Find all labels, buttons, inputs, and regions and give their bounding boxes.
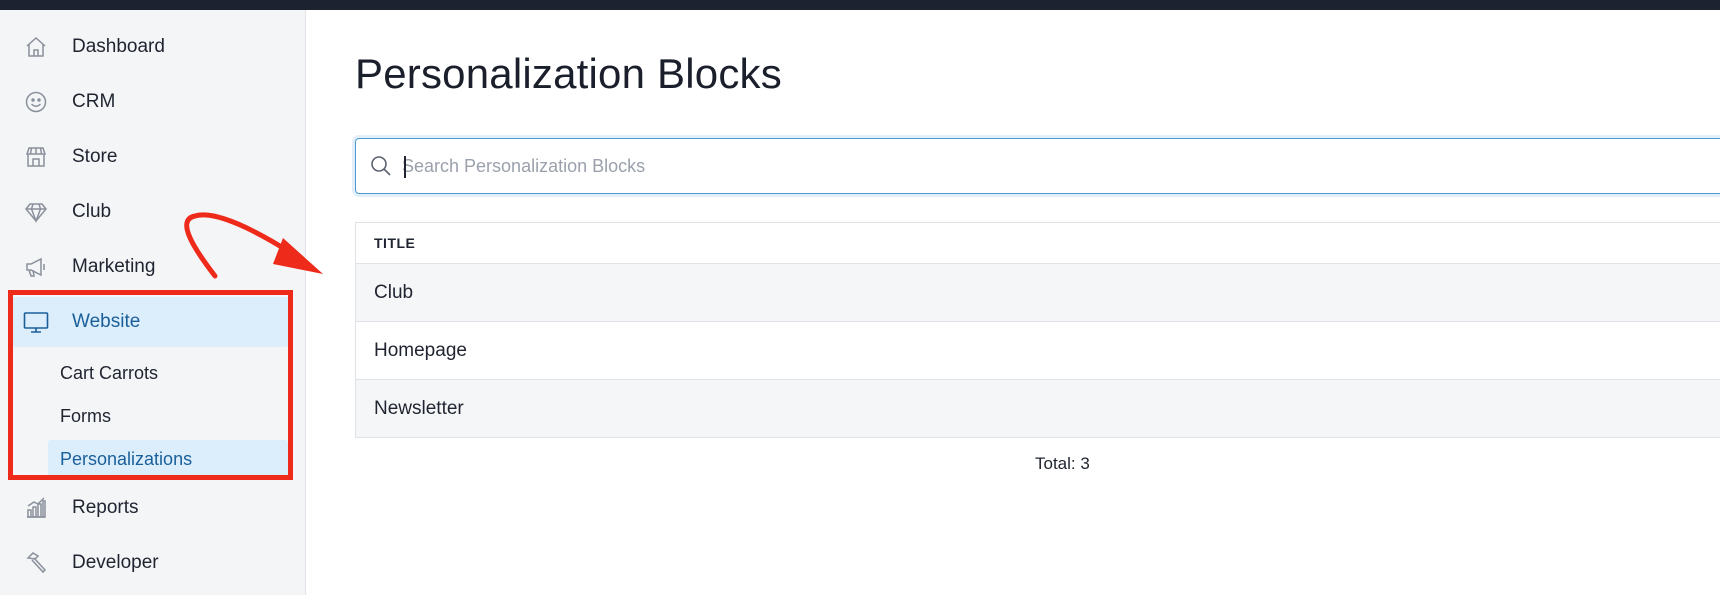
hammer-icon [23, 550, 49, 576]
sidebar-item-reports[interactable]: Reports [12, 483, 289, 533]
search-icon [370, 155, 392, 177]
store-icon [23, 144, 49, 170]
sidebar-item-label: Club [72, 201, 112, 222]
sidebar-subitem-cart-carrots[interactable]: Cart Carrots [48, 354, 288, 392]
sidebar-item-store[interactable]: Store [12, 132, 289, 182]
sidebar-item-label: CRM [72, 91, 116, 112]
text-cursor [404, 156, 406, 178]
main-content: Personalization Blocks TITLE Club Homepa… [307, 10, 1720, 595]
row-title: Newsletter [374, 397, 464, 419]
personalization-table: TITLE Club Homepage Newsletter [355, 222, 1720, 438]
monitor-icon [23, 309, 49, 335]
sidebar-item-crm[interactable]: CRM [12, 77, 289, 127]
sidebar-item-website[interactable]: Website [12, 297, 289, 347]
sidebar-subitem-label: Cart Carrots [60, 362, 159, 383]
table-row[interactable]: Newsletter [356, 380, 1720, 438]
sidebar-subitem-forms[interactable]: Forms [48, 397, 288, 435]
sidebar-item-label: Store [72, 146, 118, 167]
sidebar-item-dashboard[interactable]: Dashboard [12, 22, 289, 72]
sidebar-subitem-label: Personalizations [60, 448, 193, 469]
sidebar-item-label: Developer [72, 552, 159, 573]
sidebar-item-label: Dashboard [72, 36, 165, 57]
table-row[interactable]: Homepage [356, 322, 1720, 380]
table-row[interactable]: Club [356, 264, 1720, 322]
total-count: Total: 3 [1035, 454, 1090, 473]
bar-chart-icon [23, 495, 49, 521]
sidebar-item-label: Reports [72, 497, 139, 518]
column-header-title[interactable]: TITLE [374, 235, 415, 251]
sidebar-item-marketing[interactable]: Marketing [12, 242, 289, 292]
top-bar [0, 0, 1720, 10]
page-title: Personalization Blocks [355, 50, 782, 97]
sidebar: Dashboard CRM Store Club Marketing Websi… [0, 10, 306, 595]
home-icon [23, 34, 49, 60]
search-box[interactable] [355, 138, 1720, 194]
sidebar-subitem-label: Forms [60, 405, 111, 426]
row-title: Homepage [374, 339, 467, 361]
table-header: TITLE [356, 223, 1720, 264]
row-title: Club [374, 281, 414, 303]
sidebar-item-label: Website [72, 311, 141, 332]
search-input[interactable] [402, 155, 1682, 177]
sidebar-subitem-personalizations[interactable]: Personalizations [48, 440, 288, 478]
sidebar-item-developer[interactable]: Developer [12, 538, 289, 588]
megaphone-icon [23, 254, 49, 280]
sidebar-item-club[interactable]: Club [12, 187, 289, 237]
diamond-icon [23, 199, 49, 225]
sidebar-item-label: Marketing [72, 256, 156, 277]
smiley-icon [23, 89, 49, 115]
